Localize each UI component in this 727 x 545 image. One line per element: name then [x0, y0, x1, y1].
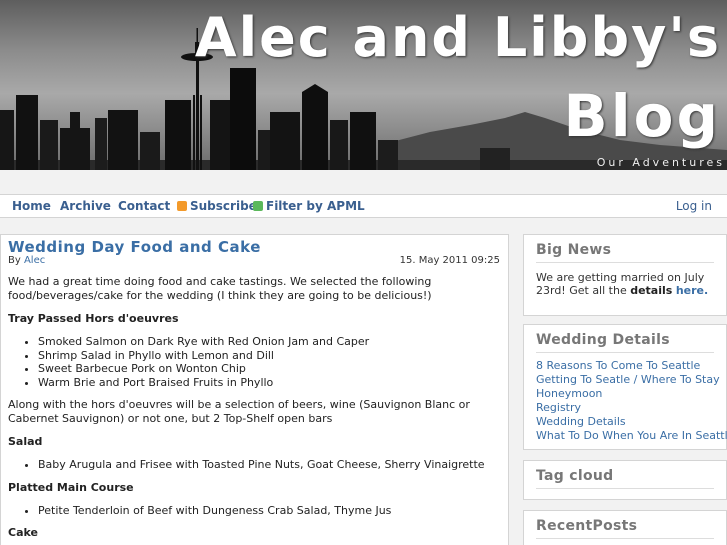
page: Alec and Libby's Blog Our Adventures Hom… [0, 0, 727, 545]
wedding-link[interactable]: Getting To Seatle / Where To Stay [536, 373, 720, 387]
list-item: Shrimp Salad in Phyllo with Lemon and Di… [38, 349, 503, 363]
post-body: We had a great time doing food and cake … [8, 275, 503, 545]
wedding-links-list: 8 Reasons To Come To Seattle Getting To … [524, 353, 727, 443]
list-item: Baby Arugula and Frisee with Toasted Pin… [38, 458, 503, 472]
menu-list: Petite Tenderloin of Beef with Dungeness… [38, 504, 503, 518]
recent-posts-widget: RecentPosts [523, 510, 727, 545]
tag-cloud-widget: Tag cloud [523, 460, 727, 500]
widget-title: Tag cloud [536, 468, 714, 489]
blog-title-line2[interactable]: Blog [564, 82, 721, 150]
wedding-link[interactable]: What To Do When You Are In Seattle [536, 429, 727, 443]
nav-contact-link[interactable]: Contact [118, 199, 170, 213]
widget-title: Big News [536, 242, 714, 263]
widget-title: Wedding Details [536, 332, 714, 353]
nav-apml-label: Filter by APML [266, 199, 365, 213]
post-intro: We had a great time doing food and cake … [8, 275, 432, 302]
post-paragraph: Along with the hors d'oeuvres will be a … [8, 398, 470, 425]
nav-subscribe-link[interactable]: Subscribe [177, 199, 257, 213]
menu-list: Smoked Salmon on Dark Rye with Red Onion… [38, 335, 503, 389]
post-date: 15. May 2011 09:25 [399, 255, 500, 266]
post-title[interactable]: Wedding Day Food and Cake [8, 238, 261, 256]
section-heading: Cake [8, 526, 38, 539]
big-news-widget: Big News We are getting married on July … [523, 234, 727, 316]
big-news-details: details [630, 284, 673, 297]
widget-title: RecentPosts [536, 518, 714, 539]
nav-subscribe-label: Subscribe [190, 199, 257, 213]
rss-icon [177, 201, 187, 211]
author-link[interactable]: Alec [24, 255, 45, 266]
blog-header: Alec and Libby's Blog Our Adventures [0, 0, 727, 170]
wedding-link[interactable]: Registry [536, 401, 714, 415]
section-heading: Platted Main Course [8, 480, 134, 494]
wedding-link[interactable]: 8 Reasons To Come To Seattle [536, 359, 714, 373]
nav-home-link[interactable]: Home [12, 199, 51, 213]
wedding-link[interactable]: Honeymoon [536, 387, 714, 401]
blog-post: Wedding Day Food and Cake By Alec 15. Ma… [0, 234, 509, 545]
list-item: Petite Tenderloin of Beef with Dungeness… [38, 504, 503, 518]
section-heading: Tray Passed Hors d'oeuvres [8, 312, 179, 325]
blog-title-line1[interactable]: Alec and Libby's [195, 6, 721, 69]
blog-tagline: Our Adventures [596, 156, 725, 169]
section-heading: Salad [8, 435, 43, 448]
menu-list: Baby Arugula and Frisee with Toasted Pin… [38, 458, 503, 472]
list-item: Smoked Salmon on Dark Rye with Red Onion… [38, 335, 503, 349]
post-byline: By Alec [8, 255, 45, 266]
big-news-text: We are getting married on July 23rd! Get… [524, 263, 726, 297]
list-item: Warm Brie and Port Braised Fruits in Phy… [38, 376, 503, 390]
big-news-here-link[interactable]: here. [676, 284, 708, 297]
nav-bar: Home Archive Contact Subscribe Filter by… [0, 194, 727, 218]
wedding-details-widget: Wedding Details 8 Reasons To Come To Sea… [523, 324, 727, 450]
nav-archive-link[interactable]: Archive [60, 199, 111, 213]
login-link[interactable]: Log in [676, 199, 712, 213]
wedding-link[interactable]: Wedding Details [536, 415, 714, 429]
nav-apml-link[interactable]: Filter by APML [253, 199, 365, 213]
byline-prefix: By [8, 255, 21, 266]
apml-icon [253, 201, 263, 211]
list-item: Sweet Barbecue Pork on Wonton Chip [38, 362, 503, 376]
